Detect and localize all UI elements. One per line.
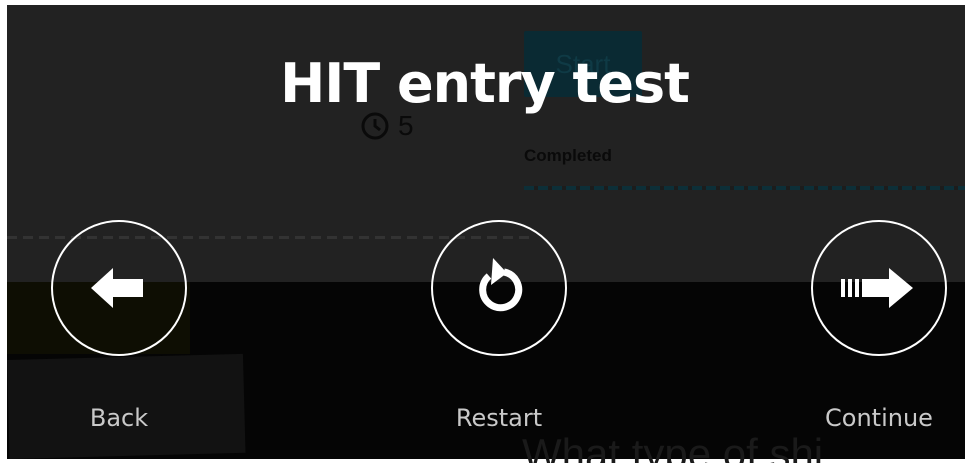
arrow-right-icon <box>841 268 913 308</box>
continue-label[interactable]: Continue <box>779 404 969 432</box>
background-progress-bar <box>524 186 965 190</box>
restart-icon <box>479 258 523 312</box>
page-edge-bottom <box>0 459 969 463</box>
back-button[interactable] <box>51 220 187 356</box>
restart-button[interactable] <box>431 220 567 356</box>
background-heading: What type of shi <box>522 430 824 463</box>
restart-label[interactable]: Restart <box>399 404 599 432</box>
clock-icon <box>361 112 389 140</box>
overlay-title: HIT entry test <box>280 52 690 115</box>
screen: Start 5 Completed What type of shi HIT e… <box>0 0 969 463</box>
arrow-left-icon <box>91 268 143 308</box>
background-completed-label: Completed <box>524 146 612 165</box>
back-label[interactable]: Back <box>19 404 219 432</box>
continue-button[interactable] <box>811 220 947 356</box>
